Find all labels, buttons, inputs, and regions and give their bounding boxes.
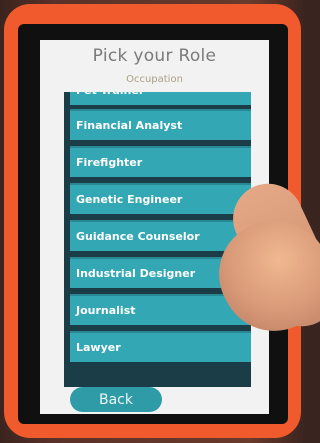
occupation-item-financial-analyst[interactable]: Financial Analyst <box>70 109 251 140</box>
occupation-item-guidance-counselor[interactable]: Guidance Counselor <box>70 220 251 251</box>
occupation-item-lawyer[interactable]: Lawyer <box>70 331 251 362</box>
occupation-item-journalist[interactable]: Journalist <box>70 294 251 325</box>
section-label: Occupation <box>126 74 183 85</box>
occupation-item-pet-trainer[interactable]: Pet Trainer <box>70 92 251 105</box>
occupation-item-genetic-engineer[interactable]: Genetic Engineer <box>70 183 251 214</box>
page-title: Pick your Role <box>92 46 217 66</box>
occupation-list[interactable]: Pet Trainer Financial Analyst Firefighte… <box>64 92 251 387</box>
occupation-item-firefighter[interactable]: Firefighter <box>70 146 251 177</box>
back-button[interactable]: Back <box>70 387 162 412</box>
